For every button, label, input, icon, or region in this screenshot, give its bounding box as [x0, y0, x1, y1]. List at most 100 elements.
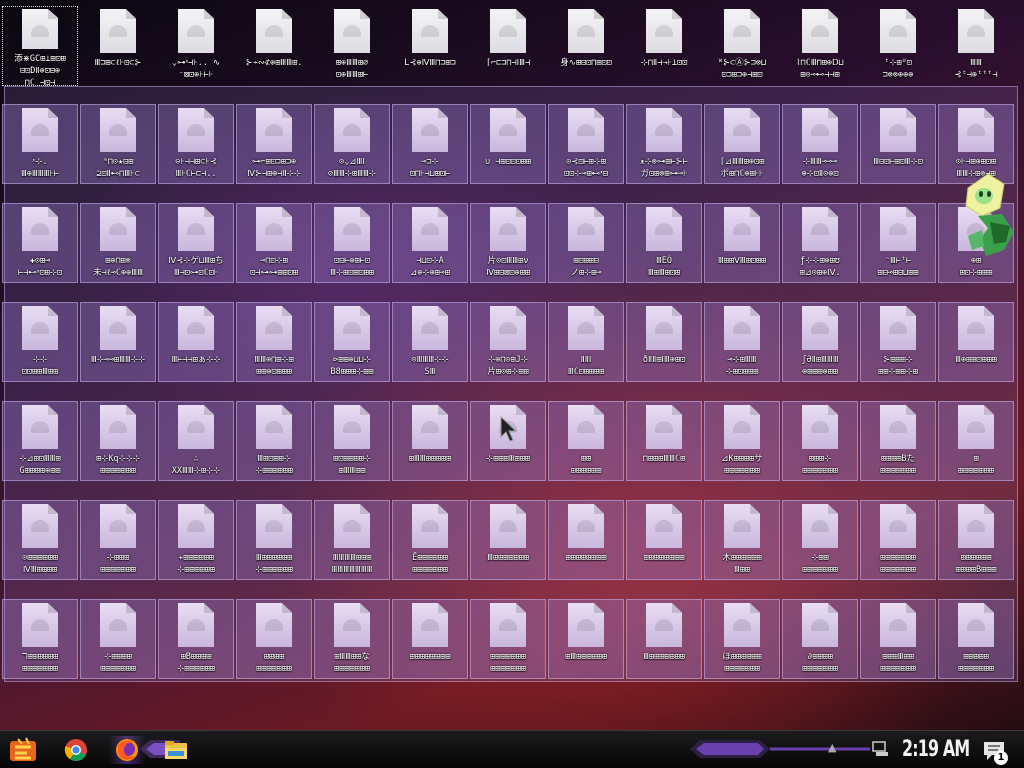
desktop-file-icon[interactable]: Ⅲ⊢⊣⊣⊞ぁ⊹⊹ — [158, 302, 234, 382]
desktop-file-icon[interactable]: ⊞⊕⊓⊞⊗ 未⊣ℓ⊸ℂ⊕⊕ⅢⅢ — [80, 203, 156, 283]
desktop-file-icon[interactable]: ⊞⊞⊞⊞Bた ⊞⊞⊞⊞⊞⊞⊞ — [860, 401, 936, 481]
desktop-file-icon[interactable]: Ⅲ⊞⊞ⅤⅢ⊞⊡⊞⊞ — [704, 203, 780, 283]
desktop-file-icon[interactable]: Ⅲ⊞⊞⊞⊞⊞⊞ ⊹⊞⊞⊞⊞⊞⊞ — [236, 500, 312, 580]
desktop-file-icon[interactable]: ⊞Ⅲ⊞⊞⊞⊞⊞⊞ — [548, 599, 624, 679]
desktop-file-icon[interactable]: ⊞⊹Kq⊹⊹⊹ ⊞⊞⊞⊞⊞⊞⊞ — [80, 401, 156, 481]
desktop-file-icon[interactable]: ℸ⊞⊞⊞⊞⊞⊞ ⊞⊞⊞⊞⊞⊞⊞ — [2, 599, 78, 679]
desktop-file-icon[interactable]: ✚⊙⊞⊸ ⊢⊣⊷ᵜ⊡⊞⊹⊡ — [2, 203, 78, 283]
desktop-file-icon[interactable]: ⌇⊓ℂⅢ⊓⊞⊕Ⅾ⊔ ⊞⊙⊸⊷⊣⊣⊞ — [782, 6, 858, 86]
desktop-file-icon[interactable]: ⊹⊕⊓⊙⊞J⊹ 片⊞⊙⊞⊹⊞⊞ — [470, 302, 546, 382]
desktop-file-icon[interactable]: ⊞⊡⊞⊞⊞⊞⊹ ⊞ⅢⅢ⊞⊞ — [314, 401, 390, 481]
desktop-file-icon[interactable]: ⊞ⅢⅢ⊞⊞な ⊞⊞⊞⊞⊞⊞⊞ — [314, 599, 390, 679]
desktop-file-icon[interactable]: ⊸⊓⊡⊹⊞ ⊡⊣⊶⊶⊞⊞⊡⊞ — [236, 203, 312, 283]
desktop-file-icon[interactable]: Ⅲ⊐⊞⊂ℓ⊦⊡⊂⊱ — [80, 6, 156, 86]
chevron-up-icon[interactable]: ▲ — [828, 741, 836, 754]
desktop-file-icon[interactable]: ⊞⊞ ⊞⊞⊞⊞⊞⊞ — [548, 401, 624, 481]
desktop-file-icon[interactable]: ⊞ⅢⅢ⊞⊞⊞⊞⊞ — [392, 401, 468, 481]
taskbar-clock[interactable]: 2:19 AM — [902, 737, 970, 762]
desktop-file-icon[interactable]: 添⋇GC⊞⊥⊞⊡⊞ ⊟⊡DⅡ⊕⊡⊟⊕ ⊓ℂ ⊣⊡⊣ — [2, 6, 78, 86]
desktop-file-icon[interactable]: ᵔⅢ⊢ᵗ⊢ ⊞⊟⊸⊞⊟⊔⊞⊞ — [860, 203, 936, 283]
desktop-file-icon[interactable]: ⊹⊞⊞⊞⊞ ⊞⊞⊞⊞⊞⊞⊞ — [80, 599, 156, 679]
desktop-file-icon[interactable]: ⅢⅢ⊕⊓⊞⊹⊞ ⊞⊞⊕⊡⊞⊞⊞ — [236, 302, 312, 382]
network-icon[interactable] — [872, 741, 890, 757]
desktop-file-icon[interactable]: ⊸⊹⊞ⅢⅢ ⊹⊞⊡⊞⊞⊞ — [704, 302, 780, 382]
desktop-file-icon[interactable]: ⊹⊞⊞⊞ ⊞⊞⊞⊞⊞⊞⊞ — [80, 500, 156, 580]
desktop-file-icon[interactable]: ⌈⊿ⅢⅢ⊞⊕⊡⊞ ポ⊞⊓ℂ⊕⊞⊦⊦ — [704, 104, 780, 184]
desktop-file-icon[interactable]: ⊕⊞ ⊞⊡⊹⊞⊞⊞ — [938, 203, 1014, 283]
desktop[interactable]: 添⋇GC⊞⊥⊞⊡⊞ ⊟⊡DⅡ⊕⊡⊟⊕ ⊓ℂ ⊣⊡⊣ Ⅲ⊐⊞⊂ℓ⊦⊡⊂⊱ ⌄⊶ᵜ⊣⊦.… — [0, 0, 1024, 730]
desktop-file-icon[interactable]: ðⅡⅡ⊞ⅠⅢ⊕⊞⊡ — [626, 302, 702, 382]
chrome-taskbar-button[interactable] — [62, 736, 90, 764]
desktop-file-icon[interactable]: ∪ ⊣⊞⊡⊡⊡⊞⊞ — [470, 104, 546, 184]
desktop-file-icon[interactable]: 木⊞⊞⊞⊞⊞⊞ Ⅲ⊞⊞ — [704, 500, 780, 580]
desktop-file-icon[interactable]: ⊳⊞⊞⊕⊔⊔⊹ B8⊞⊞⊞⊹⊞⊞ — [314, 302, 390, 382]
desktop-file-icon[interactable]: ⅡⅡⅠ Ⅲℂ⊡⊞⊞⊞⊞ — [548, 302, 624, 382]
desktop-file-icon[interactable]: ⊞⊡⊞⊞⊟ ノ⊞⊹⊞⊸ — [548, 203, 624, 283]
desktop-file-icon[interactable]: ⊹⊿⊞⊡ⅢⅢ⊞ G⊞⊞⊞⊞⊕⊞⊞ — [2, 401, 78, 481]
desktop-file-icon[interactable]: Ⅲ⊹⊸⊸⊞ⅢⅢ⊹⊹ — [80, 302, 156, 382]
desktop-file-icon[interactable]: ƒ⊹⊹⊞⊕⊞ʊ ⊞⊿⊙⊞⊕ⅠⅤ. — [782, 203, 858, 283]
desktop-file-icon[interactable]: ⊞ ⊞⊞⊞⊞⊞⊞⊞ — [938, 401, 1014, 481]
desktop-file-icon[interactable]: ⊞⊞⊞⊞⊞⊞⊞⊞ — [626, 500, 702, 580]
desktop-file-icon[interactable]: ⊞⊞⊞⊞ ⊞⊞⊞⊞⊞⊞⊞ — [236, 599, 312, 679]
desktop-file-icon[interactable]: 片⊙⊡ⅢⅢ⊞ν Ⅳ⊞⊟⊠⊡⊕⊞⊞ — [470, 203, 546, 283]
desktop-file-icon[interactable]: ᵐ⊓⊙★⊟⊞ ⊇⊡Ⅱ⊷⊓Ⅲ⊦⊂ — [80, 104, 156, 184]
desktop-file-icon[interactable]: Ⅲ⊟⊡⊢⊞⊡Ⅲ⊹⊡ — [860, 104, 936, 184]
desktop-file-icon[interactable]: ⊱⌁∾⊄⊕⊞ⅢⅢ⊞. — [236, 6, 312, 86]
desktop-file-icon[interactable]: ⊡⊟⊢⊕⊞⊢⊡ Ⅲ⊹⊞⊡⊞⊡⊞⊞ — [314, 203, 390, 283]
desktop-file-icon[interactable]: ⊸⊐⊹ ⊡⊓⊦⊣⊔⊞⊡⊢ — [392, 104, 468, 184]
desktop-file-icon[interactable]: ⌄⊶ᵜ⊣⊦.. ∿ ⁻⊠⊡⊕⊦⊢⊦ — [158, 6, 234, 86]
desktop-file-icon[interactable]: ∂⊞⊞⊞⊞ ⊞⊞⊞⊞⊞⊞⊞ — [782, 599, 858, 679]
document-icon — [490, 108, 526, 152]
desktop-file-icon[interactable]: ⊓⊞⊞⊞ⅢⅢℂ⊞ — [626, 401, 702, 481]
desktop-file-icon[interactable]: Ⅲ⊞⊞⊞⊞⊞⊞⊞ — [470, 500, 546, 580]
desktop-file-icon[interactable]: ✦⊞⊞⊞⊞⊞⊞ ⊹⊞⊞⊞⊞⊞⊞ — [158, 500, 234, 580]
desktop-file-icon[interactable]: ⌈⌐⊏⊐⊓⊣ⅠⅢ⊣ — [470, 6, 546, 86]
start-button[interactable] — [8, 735, 40, 765]
desktop-file-icon[interactable]: ほ⊞⊞⊞⊞⊞⊞ ⊞⊞⊞⊞⊞⊞⊞ — [704, 599, 780, 679]
desktop-file-icon[interactable]: ⊹⊓Ⅱ⊣→⊦⊥⊡⊡ — [626, 6, 702, 86]
desktop-file-icon[interactable]: ⊙⌄⊿ⅢⅠ ⊘ⅢⅢ⊹⊞ⅢⅢ⊹ — [314, 104, 390, 184]
desktop-file-icon[interactable]: ⊣⊔⊡⊹A ⊿⊕⊹⊕⊞⊸⊞ — [392, 203, 468, 283]
desktop-file-icon[interactable]: L⊰⊕ⅣⅢ⊓⊐⊞⊐ — [392, 6, 468, 86]
desktop-file-icon[interactable]: ⊞⊞⊞⊞⊞⊞⊞ ⊞⊞⊞⊞⊞⊞⊞ — [860, 500, 936, 580]
desktop-file-icon[interactable]: ⊙⊦⊣⊞⊕⊞⊡⊞ ⅢⅢ⊹⊞⊗⊣⊞ — [938, 104, 1014, 184]
desktop-file-icon[interactable]: ⊞⊞⊞⊞⊞⊞⊞⊞ — [548, 500, 624, 580]
desktop-file-icon[interactable]: ⊱⊞⊞⊞⊹ ⊞⊞⊹⊞⊞⊹⊞ — [860, 302, 936, 382]
desktop-file-icon[interactable]: ᵜ⊹. Ⅲ⊕ⅢⅢⅢ⊦⊢ — [2, 104, 78, 184]
desktop-file-icon[interactable]: ⊹ⅢⅢ⊸⊸⊸ ⊕⊹⊡Ⅱ⊙⊕⊡ — [782, 104, 858, 184]
desktop-file-icon[interactable]: ⅢEŐ Ⅲ⊞Ⅲ⊞⊡⊞ — [626, 203, 702, 283]
desktop-file-icon[interactable]: ⊞⊕ⅢⅢ⊞⌀ ⊡⊕ⅢⅢ⊞⊢ — [314, 6, 390, 86]
desktop-file-icon[interactable]: ⊞⊞⊞⊞⊞⊞⊞⊞ — [392, 599, 468, 679]
desktop-file-icon[interactable]: ⊹⊹ ⊡⊡⊞⊞Ⅲ⊞⊞ — [2, 302, 78, 382]
desktop-file-icon[interactable]: ᴥ⊹⊗⊶⊞⊢⊱⊢ ガ⊡⊞⊗⊞⊶⊸⊦ — [626, 104, 702, 184]
desktop-file-icon[interactable]: ᵗ⊹⊞ᵁ⊡ ⊐⊗⊗⊕⊕⊕ — [860, 6, 936, 86]
desktop-file-icon[interactable]: ⊞⊞⊞⊞⊞⊞ ⊞⊞⊞⊞B⊞⊞⊞ — [938, 500, 1014, 580]
desktop-file-icon[interactable]: ⊞B⊞⊞⊞⊞ ⊹⊞⊞⊞⊞⊞⊞ — [158, 599, 234, 679]
desktop-file-icon[interactable]: 身∿⊞⊟⊡⊓⊞⊡⊡ — [548, 6, 624, 86]
desktop-file-icon[interactable]: ⊞⊞⊞⊹ ⊞⊞⊞⊞⊞⊞⊞ — [782, 401, 858, 481]
desktop-file-icon[interactable]: ⊹⊞⊞ ⊞⊞⊞⊞⊞⊞⊞ — [782, 500, 858, 580]
desktop-file-icon[interactable]: ⊙⊰⊡⊢⊞⊹⊞ ⊡⊡⊹⊸⊞⊷ᵜ⊟ — [548, 104, 624, 184]
file-explorer-taskbar-button[interactable] — [162, 736, 190, 764]
desktop-file-icon[interactable]: ⊞⊞⊞⊞⊞⊞⊞ ⊞⊞⊞⊞⊞⊞⊞ — [470, 599, 546, 679]
desktop-file-icon[interactable]: ⊞⊞⊞⊞⊞ ⊞⊞⊞⊞⊞⊞⊞ — [938, 599, 1014, 679]
desktop-file-icon[interactable]: Ⅲ⊞⊞⊞⊞⊞⊞⊞ — [626, 599, 702, 679]
desktop-file-icon[interactable]: ᵂ⊱⊂Ⓐ⊱⊐⊗⊔ ⊡⊐⊞⊐⊕⊣⊞⊡ — [704, 6, 780, 86]
desktop-file-icon[interactable]: ⊶⌐⊞⊡⊐⊞⊐⊕ Ⅳ⊱⊣⊞⊕⊣Ⅱ⊹⊹ — [236, 104, 312, 184]
file-name-label: ⊞B⊞⊞⊞⊞ ⊹⊞⊞⊞⊞⊞⊞ — [177, 652, 215, 674]
desktop-file-icon[interactable]: ⊞⊞⊞Ⅲ⊞⊞ ⊞⊞⊞⊞⊞⊞⊞ — [860, 599, 936, 679]
file-name-label: ⌈⌐⊏⊐⊓⊣ⅠⅢ⊣ — [485, 58, 531, 68]
desktop-file-icon[interactable]: Ⅲ⊕⊞⊞⊡⊞⊞⊞ — [938, 302, 1014, 382]
desktop-file-icon[interactable]: ⅢⅢ ⊰ᵗ⊣⊕ᵗᵗᵗ⊣ — [938, 6, 1014, 86]
desktop-file-icon[interactable]: ⊙⊞⊞⊞⊞⊞⊞ ⅣⅢ⊞⊞⊞⊞ — [2, 500, 78, 580]
desktop-file-icon[interactable]: ʃƏⅡ⊞ⅢⅢⅢ ⊕⊞⊞⊞⊕⊞⊞ — [782, 302, 858, 382]
desktop-file-icon[interactable]: ∴ XXⅢⅢ⊹⊞⊹⊹ — [158, 401, 234, 481]
desktop-file-icon[interactable]: ⅢⅢⅢⅢ⊞⊞⊞ ⅢⅢⅢⅢⅢⅢⅢ — [314, 500, 390, 580]
desktop-file-icon[interactable]: Ⅳ⊰⊹ゲ⊔Ⅲ⊞ち Ⅲ⊣⊡⊶⊡ℂ⊡⊦ — [158, 203, 234, 283]
desktop-file-icon[interactable]: Ё⊞⊞⊞⊞⊞⊞ ⊞⊞⊞⊞⊞⊞⊞ — [392, 500, 468, 580]
desktop-file-icon[interactable]: ⊙ⅢⅢⅢ⊹⊹ SⅢ — [392, 302, 468, 382]
desktop-file-icon[interactable]: ⊿K⊞⊞⊞⊞サ ⊞⊞⊞⊞⊞⊞⊞ — [704, 401, 780, 481]
desktop-file-icon[interactable]: ⊖⊦⊣⊣⊞⊂⊦⊰ Ⅲ⊦ℂ⊢⊏⊣.. — [158, 104, 234, 184]
desktop-file-icon[interactable]: Ⅲ⊞⊡⊞⊞⊹ ⊹⊞⊞⊞⊞⊞⊞ — [236, 401, 312, 481]
